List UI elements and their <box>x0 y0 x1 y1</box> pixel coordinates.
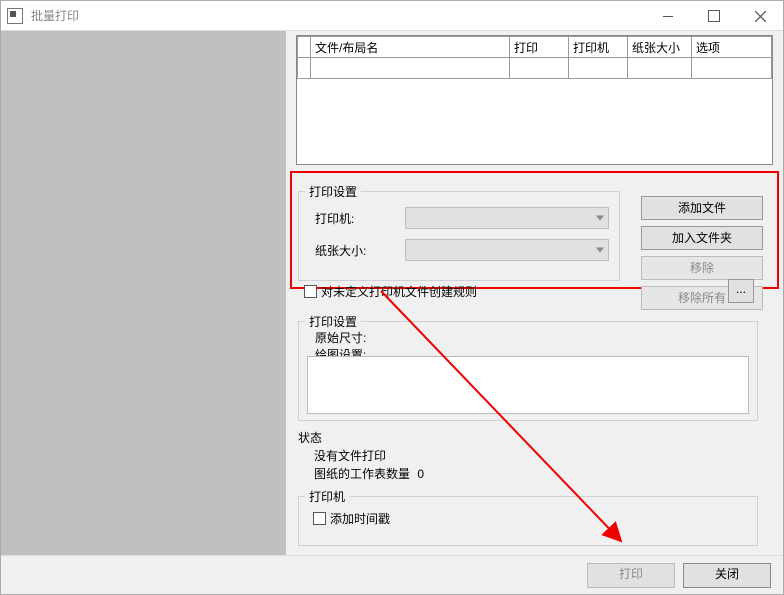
footer-bar: 打印 关闭 <box>1 555 783 594</box>
plot-settings-field[interactable] <box>307 356 749 414</box>
printer-group-legend: 打印机 <box>305 488 349 505</box>
header-printer[interactable]: 打印机 <box>569 37 628 58</box>
table-row-empty[interactable] <box>298 58 772 79</box>
file-table: 文件/布局名 打印 打印机 纸张大小 选项 <box>297 36 772 79</box>
window-title: 批量打印 <box>31 7 79 24</box>
status-sheet-count-value: 0 <box>417 467 424 481</box>
close-window-button[interactable] <box>737 1 783 31</box>
footer-close-button[interactable]: 关闭 <box>683 563 771 588</box>
chevron-down-icon <box>596 248 604 253</box>
status-group: 状态 没有文件打印 图纸的工作表数量 0 <box>298 429 758 489</box>
printer-label: 打印机: <box>315 210 405 227</box>
remove-button[interactable]: 移除 <box>641 256 763 280</box>
preview-pane <box>1 31 286 556</box>
timestamp-checkbox[interactable] <box>313 512 326 525</box>
print-settings-group: 打印设置 打印机: 纸张大小: <box>298 191 620 281</box>
printer-group: 打印机 添加时间戳 <box>298 496 758 546</box>
status-no-file: 没有文件打印 <box>314 447 386 464</box>
batch-print-window: 批量打印 文件/布局名 打印 打印机 <box>0 0 784 595</box>
create-rule-checkbox[interactable] <box>304 285 317 298</box>
app-icon <box>7 8 23 24</box>
print-settings-details-group: 打印设置 原始尺寸: 绘图设置: <box>298 321 758 421</box>
file-table-wrap: 文件/布局名 打印 打印机 纸张大小 选项 <box>296 35 773 165</box>
footer-print-button[interactable]: 打印 <box>587 563 675 588</box>
status-sheet-count-label: 图纸的工作表数量 <box>314 467 410 481</box>
add-file-button[interactable]: 添加文件 <box>641 196 763 220</box>
body-area: 文件/布局名 打印 打印机 纸张大小 选项 打印设置 <box>1 31 783 556</box>
right-pane: 文件/布局名 打印 打印机 纸张大小 选项 打印设置 <box>286 31 783 556</box>
timestamp-checkbox-row[interactable]: 添加时间戳 <box>313 510 390 527</box>
print-settings-details-legend: 打印设置 <box>305 313 361 330</box>
table-header-row: 文件/布局名 打印 打印机 纸张大小 选项 <box>298 37 772 58</box>
status-legend: 状态 <box>298 429 322 446</box>
create-rule-checkbox-row[interactable]: 对未定义打印机文件创建规则 <box>304 283 477 300</box>
close-icon <box>755 11 766 22</box>
print-settings-legend: 打印设置 <box>305 183 361 200</box>
maximize-button[interactable] <box>691 1 737 31</box>
add-folder-button[interactable]: 加入文件夹 <box>641 226 763 250</box>
header-paper[interactable]: 纸张大小 <box>628 37 692 58</box>
header-print[interactable]: 打印 <box>510 37 569 58</box>
titlebar: 批量打印 <box>1 1 783 31</box>
paper-size-label: 纸张大小: <box>315 242 405 259</box>
minimize-button[interactable] <box>645 1 691 31</box>
header-file-layout[interactable]: 文件/布局名 <box>311 37 510 58</box>
header-corner <box>298 37 311 58</box>
printer-select[interactable] <box>405 207 609 229</box>
original-size-label: 原始尺寸: <box>315 329 366 346</box>
create-rule-label: 对未定义打印机文件创建规则 <box>321 283 477 300</box>
rule-details-button[interactable]: ... <box>728 279 754 303</box>
header-options[interactable]: 选项 <box>692 37 772 58</box>
paper-size-select[interactable] <box>405 239 609 261</box>
timestamp-label: 添加时间戳 <box>330 510 390 527</box>
chevron-down-icon <box>596 216 604 221</box>
